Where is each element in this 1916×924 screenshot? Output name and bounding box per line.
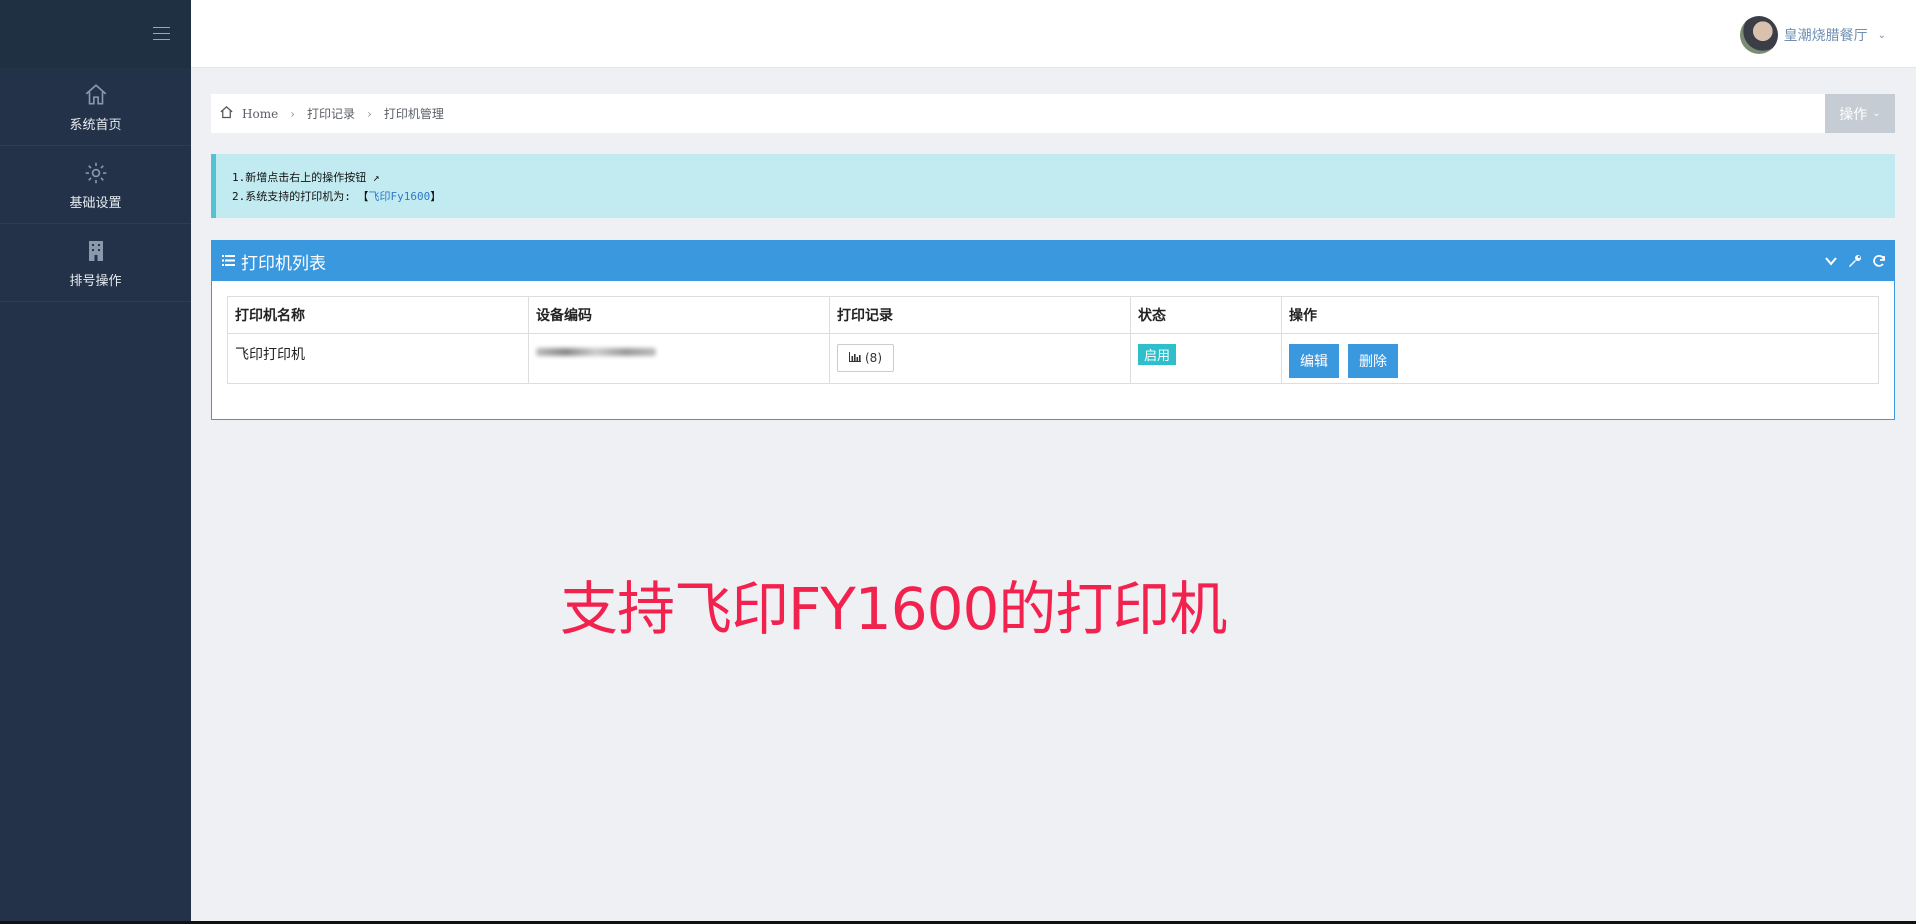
column-header-actions: 操作 <box>1281 296 1879 334</box>
refresh-icon[interactable] <box>1872 254 1886 268</box>
sidebar-item-label: 排号操作 <box>69 274 122 289</box>
home-icon <box>0 68 191 110</box>
delete-button[interactable]: 删除 <box>1348 344 1398 378</box>
column-header-status: 状态 <box>1130 296 1282 334</box>
sidebar-item-label: 系统首页 <box>69 118 122 133</box>
sidebar: 系统首页 基础设置 排号操作 <box>0 0 191 921</box>
print-records-button[interactable]: (8) <box>837 344 894 372</box>
redacted-device-code <box>536 348 656 356</box>
top-header: 皇潮烧腊餐厅 ⌄ <box>191 0 1916 68</box>
table-row: 飞印打印机 (8) 启用 编辑 删除 <box>227 333 1879 384</box>
chevron-right-icon: › <box>367 106 372 121</box>
panel-header: 打印机列表 <box>212 241 1894 281</box>
list-icon <box>222 251 235 271</box>
column-header-name: 打印机名称 <box>227 296 529 334</box>
status-cell: 启用 <box>1130 333 1282 384</box>
alert-line-1: 1.新增点击右上的操作按钮 ↗ <box>232 171 380 184</box>
gear-icon <box>0 146 191 188</box>
panel-tools <box>1824 254 1886 268</box>
print-records-cell: (8) <box>829 333 1131 384</box>
actions-cell: 编辑 删除 <box>1281 333 1879 384</box>
printer-model-link[interactable]: 飞印Fy1600 <box>369 190 431 203</box>
breadcrumb: Home › 打印记录 › 打印机管理 操作 ⌄ <box>211 94 1895 133</box>
column-header-print-records: 打印记录 <box>829 296 1131 334</box>
record-count: (8) <box>865 351 882 365</box>
collapse-chevron-icon[interactable] <box>1824 254 1838 268</box>
overlay-caption: 支持飞印FY1600的打印机 <box>560 575 1227 643</box>
status-badge: 启用 <box>1138 344 1177 365</box>
user-menu[interactable]: 皇潮烧腊餐厅 ⌄ <box>1739 16 1886 54</box>
printer-list-panel: 打印机列表 打印机名称 设备编码 打印记录 状态 操作 飞印打印机 (8) 启用… <box>211 240 1895 420</box>
menu-toggle-icon[interactable] <box>153 27 170 41</box>
edit-button[interactable]: 编辑 <box>1289 344 1339 378</box>
sidebar-item-queue[interactable]: 排号操作 <box>0 224 191 302</box>
bar-chart-icon <box>849 351 861 365</box>
user-name: 皇潮烧腊餐厅 <box>1783 28 1868 44</box>
chevron-down-icon: ⌄ <box>1877 29 1886 41</box>
alert-line-2-prefix: 2.系统支持的打印机为: 【 <box>232 190 369 203</box>
column-header-device-code: 设备编码 <box>528 296 830 334</box>
operations-label: 操作 <box>1839 106 1868 123</box>
sidebar-item-label: 基础设置 <box>69 196 122 211</box>
alert-line-2: 2.系统支持的打印机为: 【飞印Fy1600】 <box>232 187 1895 206</box>
building-icon <box>0 224 191 266</box>
wrench-icon[interactable] <box>1848 254 1862 268</box>
operations-button[interactable]: 操作 ⌄ <box>1825 94 1895 133</box>
panel-title: 打印机列表 <box>241 253 326 274</box>
info-alert: 1.新增点击右上的操作按钮 ↗ 2.系统支持的打印机为: 【飞印Fy1600】 <box>211 154 1895 218</box>
printer-table: 打印机名称 设备编码 打印记录 状态 操作 飞印打印机 (8) 启用 编辑 删除 <box>227 296 1879 384</box>
breadcrumb-printer-management: 打印机管理 <box>383 107 444 121</box>
sidebar-item-settings[interactable]: 基础设置 <box>0 146 191 224</box>
printer-name-cell: 飞印打印机 <box>227 333 529 384</box>
chevron-down-icon: ⌄ <box>1872 108 1881 119</box>
alert-line-2-suffix: 】 <box>430 190 442 203</box>
chevron-right-icon: › <box>290 106 295 121</box>
avatar <box>1739 16 1778 54</box>
breadcrumb-print-records[interactable]: 打印记录 <box>307 105 355 122</box>
table-header-row: 打印机名称 设备编码 打印记录 状态 操作 <box>227 296 1879 334</box>
home-icon <box>219 105 234 123</box>
sidebar-header <box>0 0 191 68</box>
device-code-cell <box>528 333 830 384</box>
breadcrumb-home[interactable]: Home <box>242 107 278 121</box>
sidebar-item-home[interactable]: 系统首页 <box>0 68 191 146</box>
